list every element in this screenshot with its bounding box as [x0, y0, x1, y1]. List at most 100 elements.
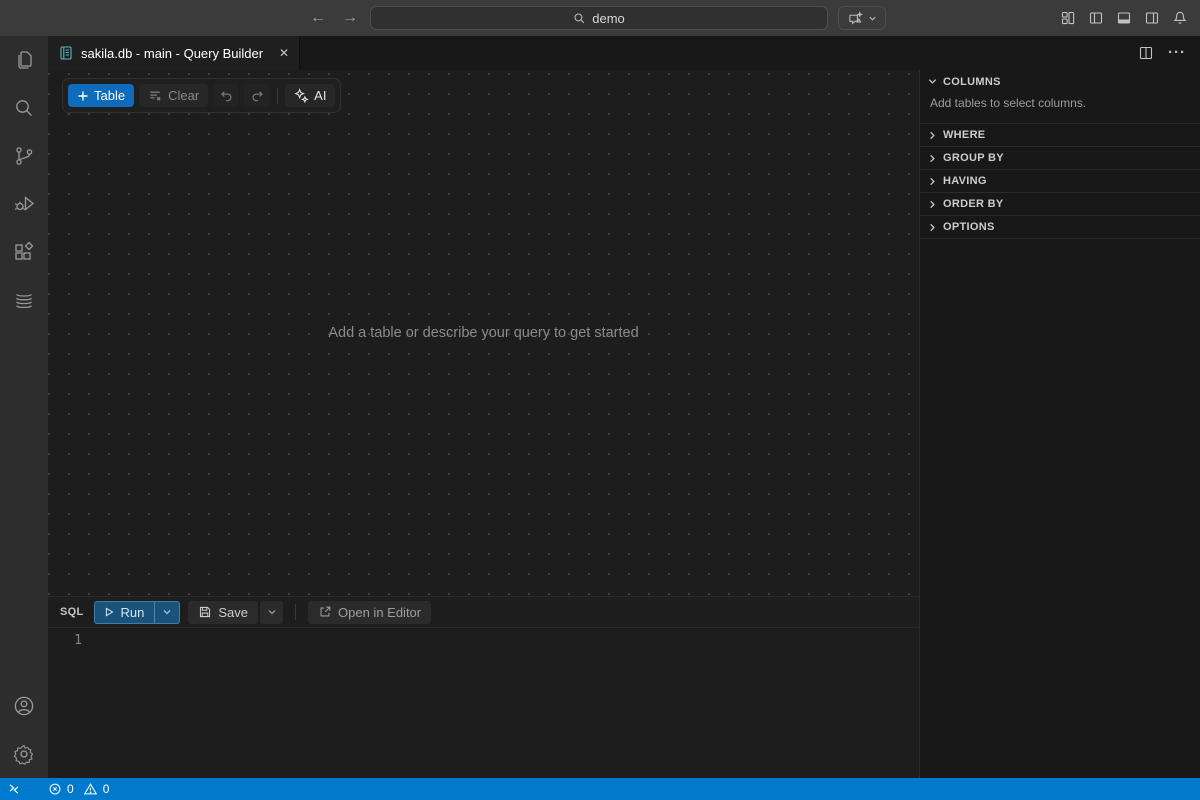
- remote-indicator[interactable]: [0, 778, 28, 800]
- sections-end-divider: [920, 238, 1200, 239]
- split-editor-icon[interactable]: [1138, 45, 1154, 61]
- run-label: Run: [121, 605, 145, 620]
- copilot-menu-button[interactable]: [838, 6, 886, 30]
- section-options[interactable]: OPTIONS: [920, 215, 1200, 238]
- sql-toolbar-separator: [295, 604, 296, 620]
- titlebar: ← → demo: [0, 0, 1200, 36]
- add-table-label: Table: [94, 88, 125, 103]
- toolbar-separator: [277, 88, 278, 104]
- section-columns[interactable]: COLUMNS: [920, 70, 1200, 93]
- redo-button[interactable]: [244, 84, 270, 107]
- query-builder-column: Table Clear: [48, 70, 919, 778]
- search-view-icon[interactable]: [0, 84, 48, 132]
- columns-empty-message: Add tables to select columns.: [920, 93, 1200, 123]
- section-where[interactable]: WHERE: [920, 123, 1200, 146]
- search-icon: [573, 12, 586, 25]
- chevron-right-icon: [927, 199, 938, 210]
- section-having[interactable]: HAVING: [920, 169, 1200, 192]
- save-dropdown-button[interactable]: [260, 601, 283, 624]
- error-icon: [48, 782, 62, 796]
- canvas-empty-hint: Add a table or describe your query to ge…: [328, 325, 638, 341]
- explorer-icon[interactable]: [0, 36, 48, 84]
- customize-layout-icon[interactable]: [1060, 10, 1076, 26]
- clear-list-icon: [148, 88, 163, 103]
- clear-button[interactable]: Clear: [139, 84, 208, 107]
- section-order-by-label: ORDER BY: [943, 198, 1003, 210]
- chevron-right-icon: [927, 153, 938, 164]
- warning-count: 0: [103, 782, 110, 796]
- vscode-window: ← → demo: [0, 0, 1200, 800]
- query-options-panel: COLUMNS Add tables to select columns. WH…: [919, 70, 1200, 778]
- remote-icon: [7, 782, 21, 796]
- activity-bar: [0, 36, 48, 778]
- sql-label: SQL: [60, 606, 84, 618]
- status-bar: 0 0: [0, 778, 1200, 800]
- open-in-editor-button[interactable]: Open in Editor: [308, 601, 431, 624]
- save-floppy-icon: [198, 605, 212, 619]
- section-where-label: WHERE: [943, 129, 985, 141]
- warning-icon: [83, 782, 98, 796]
- toggle-primary-sidebar-icon[interactable]: [1088, 10, 1104, 26]
- section-columns-label: COLUMNS: [943, 76, 1001, 88]
- chevron-right-icon: [927, 222, 938, 233]
- add-table-button[interactable]: Table: [68, 84, 134, 107]
- accounts-icon[interactable]: [0, 682, 48, 730]
- section-options-label: OPTIONS: [943, 221, 995, 233]
- play-icon: [103, 606, 115, 618]
- chevron-right-icon: [927, 176, 938, 187]
- toggle-panel-icon[interactable]: [1116, 10, 1132, 26]
- tab-query-builder[interactable]: sakila.db - main - Query Builder ✕: [48, 36, 300, 70]
- section-group-by[interactable]: GROUP BY: [920, 146, 1200, 169]
- clear-label: Clear: [168, 88, 199, 103]
- section-group-by-label: GROUP BY: [943, 152, 1004, 164]
- sql-toolbar: SQL Run: [48, 596, 919, 628]
- save-label: Save: [218, 605, 248, 620]
- run-debug-icon[interactable]: [0, 180, 48, 228]
- run-split-button: Run: [94, 601, 181, 624]
- search-value: demo: [592, 11, 625, 26]
- tab-strip: sakila.db - main - Query Builder ✕ ···: [48, 36, 1200, 70]
- more-actions-icon[interactable]: ···: [1168, 48, 1186, 58]
- notifications-bell-icon[interactable]: [1172, 10, 1188, 26]
- problems-status[interactable]: 0 0: [42, 778, 119, 800]
- line-number: 1: [48, 633, 100, 648]
- tab-title: sakila.db - main - Query Builder: [81, 46, 263, 61]
- copilot-icon: [847, 11, 864, 26]
- notebook-icon: [58, 45, 74, 61]
- section-having-label: HAVING: [943, 175, 987, 187]
- plus-icon: [77, 90, 89, 102]
- run-button[interactable]: Run: [95, 602, 155, 623]
- chevron-down-icon: [868, 14, 877, 23]
- sql-code-editor[interactable]: 1: [48, 628, 919, 778]
- query-builder-canvas[interactable]: Table Clear: [48, 70, 919, 596]
- undo-button[interactable]: [213, 84, 239, 107]
- run-dropdown-button[interactable]: [155, 602, 179, 623]
- editor-content: Table Clear: [48, 70, 1200, 778]
- canvas-toolbar: Table Clear: [62, 78, 341, 113]
- chevron-down-icon: [162, 607, 172, 617]
- open-in-editor-label: Open in Editor: [338, 605, 421, 620]
- save-button[interactable]: Save: [188, 601, 258, 624]
- section-order-by[interactable]: ORDER BY: [920, 192, 1200, 215]
- code-area[interactable]: [100, 628, 919, 778]
- workbench: sakila.db - main - Query Builder ✕ ···: [48, 36, 1200, 778]
- error-count: 0: [67, 782, 74, 796]
- forward-button[interactable]: →: [342, 9, 358, 27]
- close-icon[interactable]: ✕: [279, 46, 289, 60]
- redo-icon: [250, 88, 265, 103]
- database-icon[interactable]: [0, 276, 48, 324]
- chevron-down-icon: [267, 607, 277, 617]
- undo-icon: [219, 88, 234, 103]
- ai-button[interactable]: AI: [285, 84, 335, 107]
- sparkles-icon: [294, 88, 309, 103]
- back-button[interactable]: ←: [310, 9, 326, 27]
- command-center-search[interactable]: demo: [370, 6, 828, 30]
- activity-bar-spacer: [0, 324, 48, 682]
- open-external-icon: [318, 605, 332, 619]
- settings-gear-icon[interactable]: [0, 730, 48, 778]
- chevron-down-icon: [927, 76, 938, 87]
- source-control-icon[interactable]: [0, 132, 48, 180]
- toggle-secondary-sidebar-icon[interactable]: [1144, 10, 1160, 26]
- ai-label: AI: [314, 88, 326, 103]
- extensions-icon[interactable]: [0, 228, 48, 276]
